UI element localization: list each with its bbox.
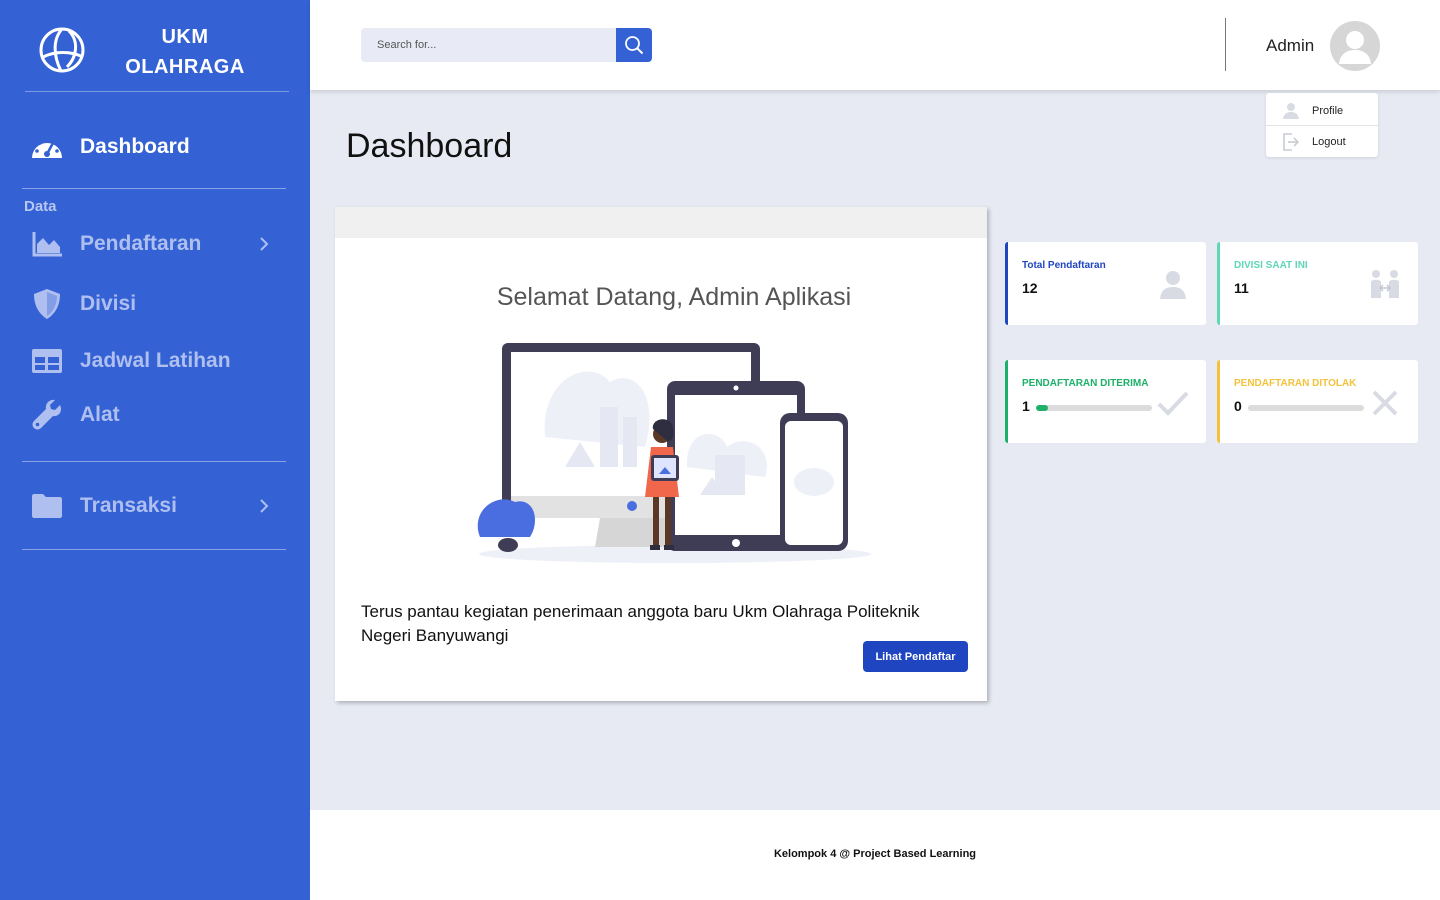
stat-label: PENDAFTARAN DITOLAK bbox=[1234, 378, 1357, 389]
sidebar-item-transaksi[interactable]: Transaksi bbox=[30, 486, 177, 526]
volleyball-icon bbox=[39, 27, 85, 73]
sidebar-section-label: Data bbox=[24, 198, 57, 215]
sidebar-item-pendaftaran[interactable]: Pendaftaran bbox=[30, 224, 201, 264]
sidebar-item-jadwal-latihan[interactable]: Jadwal Latihan bbox=[30, 341, 231, 381]
view-registrants-button[interactable]: Lihat Pendaftar bbox=[863, 641, 968, 672]
dropdown-item-label: Profile bbox=[1312, 105, 1344, 117]
sidebar: UKM OLAHRAGA Dashboard Data Pendaftaran … bbox=[0, 0, 310, 900]
welcome-title: Selamat Datang, Admin Aplikasi bbox=[496, 283, 852, 311]
sidebar-item-label: Pendaftaran bbox=[80, 232, 202, 255]
dropdown-item-profile[interactable]: Profile bbox=[1266, 95, 1378, 127]
sidebar-item-label: Divisi bbox=[80, 292, 137, 315]
progress-bar bbox=[1036, 405, 1152, 411]
stat-label: PENDAFTARAN DITERIMA bbox=[1022, 378, 1149, 389]
search-bar bbox=[361, 28, 652, 62]
x-icon bbox=[1372, 390, 1398, 416]
sidebar-divider bbox=[22, 549, 286, 550]
people-exchange-icon bbox=[1371, 270, 1399, 298]
table-icon bbox=[30, 344, 64, 378]
search-input[interactable] bbox=[361, 28, 616, 62]
page-title: Dashboard bbox=[346, 127, 513, 165]
logout-icon bbox=[1283, 133, 1300, 151]
stat-card-divisi[interactable]: DIVISI SAAT INI 11 bbox=[1217, 242, 1418, 325]
brand-line-2: OLAHRAGA bbox=[125, 56, 245, 78]
wrench-icon bbox=[30, 398, 64, 432]
sidebar-item-alat[interactable]: Alat bbox=[30, 395, 120, 435]
dashboard-gauge-icon bbox=[30, 130, 64, 164]
shield-icon bbox=[30, 287, 64, 321]
user-icon bbox=[1160, 271, 1186, 299]
search-button[interactable] bbox=[616, 28, 652, 62]
topbar: Admin bbox=[310, 0, 1440, 90]
sidebar-item-divisi[interactable]: Divisi bbox=[30, 284, 136, 324]
card-header bbox=[335, 207, 987, 238]
area-chart-icon bbox=[30, 227, 64, 261]
progress-fill bbox=[1036, 405, 1048, 411]
stat-label: Total Pendaftaran bbox=[1022, 260, 1106, 271]
chevron-right-icon[interactable] bbox=[256, 498, 272, 514]
folder-icon bbox=[30, 489, 64, 523]
dropdown-item-logout[interactable]: Logout bbox=[1266, 126, 1378, 158]
user-dropdown-menu: Profile Logout bbox=[1266, 93, 1378, 157]
sidebar-item-label: Alat bbox=[80, 403, 120, 426]
user-avatar-icon bbox=[1339, 31, 1371, 64]
search-icon bbox=[625, 36, 644, 55]
stat-value: 1 bbox=[1022, 398, 1030, 414]
welcome-description: Terus pantau kegiatan penerimaan anggota… bbox=[361, 602, 920, 645]
chevron-right-icon[interactable] bbox=[256, 236, 272, 252]
topbar-separator bbox=[1225, 18, 1226, 71]
stat-value: 12 bbox=[1022, 280, 1038, 296]
check-icon bbox=[1157, 391, 1189, 416]
footer: Kelompok 4 @ Project Based Learning bbox=[310, 810, 1440, 900]
sidebar-divider bbox=[22, 461, 286, 462]
stat-card-total-pendaftaran[interactable]: Total Pendaftaran 12 bbox=[1005, 242, 1206, 325]
stat-value: 11 bbox=[1234, 280, 1249, 296]
brand-name: UKM OLAHRAGA bbox=[125, 22, 245, 82]
sidebar-divider bbox=[22, 188, 286, 189]
stat-card-ditolak[interactable]: PENDAFTARAN DITOLAK 0 bbox=[1217, 360, 1418, 443]
sidebar-item-label: Dashboard bbox=[80, 135, 190, 158]
devices-illustration bbox=[477, 343, 871, 563]
brand-line-1: UKM bbox=[161, 26, 209, 48]
footer-text: Kelompok 4 @ Project Based Learning bbox=[773, 848, 977, 860]
user-icon bbox=[1283, 103, 1299, 119]
dropdown-item-label: Logout bbox=[1312, 136, 1346, 148]
stat-value: 0 bbox=[1234, 398, 1242, 414]
user-name[interactable]: Admin bbox=[1266, 36, 1314, 56]
stat-card-diterima[interactable]: PENDAFTARAN DITERIMA 1 bbox=[1005, 360, 1206, 443]
stat-label: DIVISI SAAT INI bbox=[1234, 260, 1308, 271]
avatar[interactable] bbox=[1330, 21, 1380, 71]
sidebar-item-dashboard[interactable]: Dashboard bbox=[30, 127, 190, 167]
sidebar-item-label: Jadwal Latihan bbox=[80, 349, 231, 372]
sidebar-item-label: Transaksi bbox=[80, 494, 177, 517]
brand[interactable]: UKM OLAHRAGA bbox=[25, 0, 289, 92]
progress-bar bbox=[1248, 405, 1364, 411]
welcome-card: Selamat Datang, Admin Aplikasi Terus pan… bbox=[335, 207, 987, 701]
